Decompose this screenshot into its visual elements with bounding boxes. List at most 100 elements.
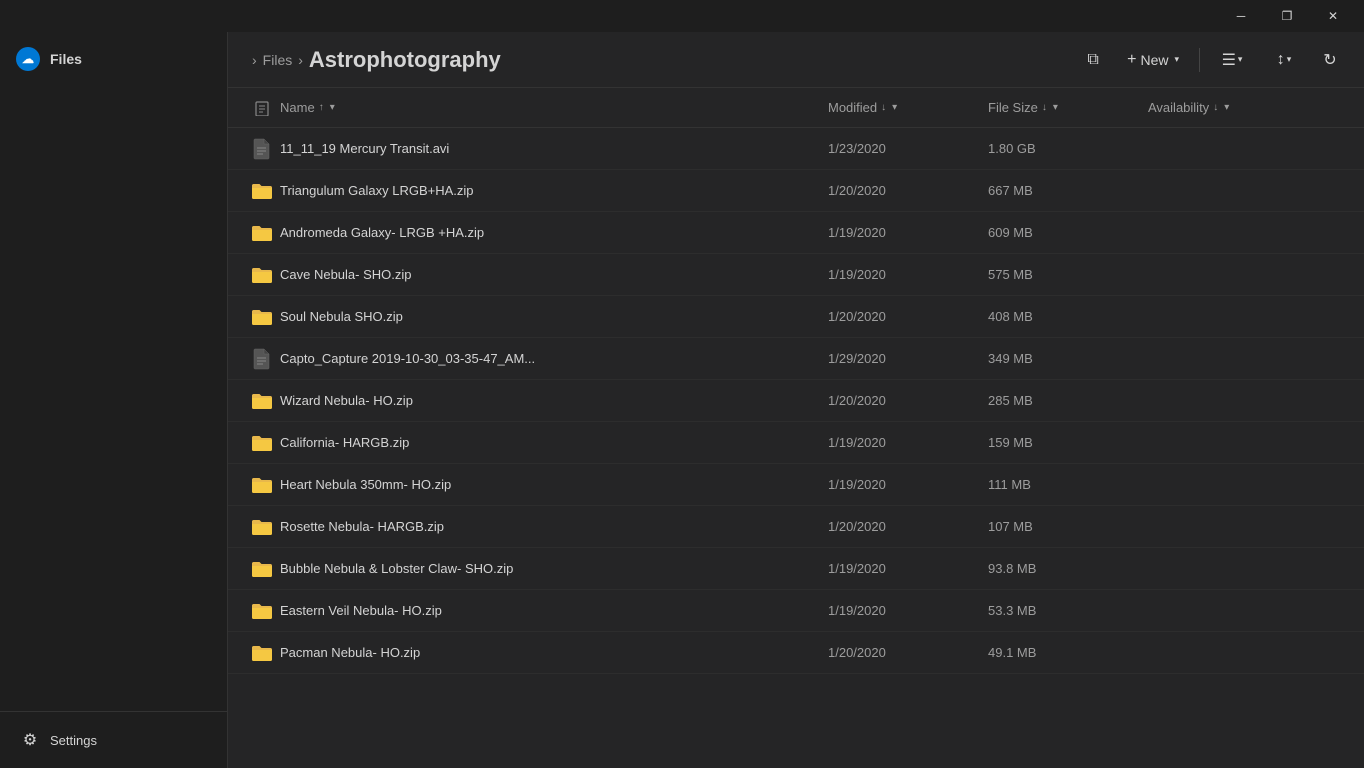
file-modified: 1/20/2020 [828, 393, 988, 408]
col-name-header[interactable]: Name ↑ ▾ [280, 100, 828, 115]
file-size: 107 MB [988, 519, 1148, 534]
minimize-button[interactable]: ─ [1218, 0, 1264, 32]
sort-dropdown: ▾ [1287, 54, 1292, 65]
col-modified-label: Modified [828, 100, 877, 115]
table-row[interactable]: California- HARGB.zip1/19/2020159 MB [228, 422, 1364, 464]
new-button[interactable]: + New ▾ [1115, 42, 1191, 78]
folder-icon [251, 308, 273, 326]
view-icon: ☰ [1222, 50, 1236, 70]
file-name: Wizard Nebula- HO.zip [280, 393, 828, 408]
view-button[interactable]: ☰ ▾ [1208, 42, 1256, 78]
file-name: Andromeda Galaxy- LRGB +HA.zip [280, 225, 828, 240]
file-modified: 1/19/2020 [828, 603, 988, 618]
table-row[interactable]: Heart Nebula 350mm- HO.zip1/19/2020111 M… [228, 464, 1364, 506]
file-size: 111 MB [988, 477, 1148, 492]
table-row[interactable]: Andromeda Galaxy- LRGB +HA.zip1/19/20206… [228, 212, 1364, 254]
folder-icon [251, 266, 273, 284]
file-icon [244, 644, 280, 662]
copy-icon: ⧉ [1087, 51, 1098, 69]
file-modified: 1/19/2020 [828, 561, 988, 576]
file-modified: 1/20/2020 [828, 519, 988, 534]
close-button[interactable]: ✕ [1310, 0, 1356, 32]
settings-icon: ⚙ [20, 730, 40, 750]
maximize-button[interactable]: ❐ [1264, 0, 1310, 32]
table-row[interactable]: Triangulum Galaxy LRGB+HA.zip1/20/202066… [228, 170, 1364, 212]
file-modified: 1/20/2020 [828, 309, 988, 324]
file-size: 159 MB [988, 435, 1148, 450]
app-layout: ☁ Files ⚙ Settings › Files › Astrophotog… [0, 32, 1364, 768]
table-row[interactable]: Wizard Nebula- HO.zip1/20/2020285 MB [228, 380, 1364, 422]
file-name: Soul Nebula SHO.zip [280, 309, 828, 324]
modified-col-dropdown: ▾ [892, 102, 897, 113]
size-col-dropdown: ▾ [1053, 102, 1058, 113]
document-icon [253, 348, 271, 370]
column-headers: Name ↑ ▾ Modified ↓ ▾ File Size ↓ ▾ Avai… [228, 88, 1364, 128]
copy-button[interactable]: ⧉ [1075, 42, 1111, 78]
file-icon [244, 434, 280, 452]
sort-icon: ↕ [1277, 51, 1285, 69]
sidebar-spacer [0, 86, 227, 711]
file-modified: 1/23/2020 [828, 141, 988, 156]
file-size: 49.1 MB [988, 645, 1148, 660]
table-row[interactable]: Cave Nebula- SHO.zip1/19/2020575 MB [228, 254, 1364, 296]
table-row[interactable]: Capto_Capture 2019-10-30_03-35-47_AM...1… [228, 338, 1364, 380]
file-size: 609 MB [988, 225, 1148, 240]
folder-icon [251, 434, 273, 452]
new-dropdown-icon: ▾ [1174, 54, 1179, 65]
file-name: Pacman Nebula- HO.zip [280, 645, 828, 660]
col-modified-header[interactable]: Modified ↓ ▾ [828, 100, 988, 115]
col-availability-label: Availability [1148, 100, 1209, 115]
breadcrumb: › Files › Astrophotography [252, 47, 1075, 73]
col-availability-header[interactable]: Availability ↓ ▾ [1148, 100, 1348, 115]
add-icon: + [1127, 51, 1136, 69]
toolbar: › Files › Astrophotography ⧉ + New ▾ ☰ ▾ [228, 32, 1364, 88]
new-label: New [1140, 52, 1168, 68]
window-controls: ─ ❐ ✕ [1218, 0, 1356, 32]
folder-icon [251, 182, 273, 200]
file-list: 11_11_19 Mercury Transit.avi1/23/20201.8… [228, 128, 1364, 768]
file-icon [244, 560, 280, 578]
file-modified: 1/19/2020 [828, 477, 988, 492]
file-modified: 1/19/2020 [828, 225, 988, 240]
file-size: 667 MB [988, 183, 1148, 198]
breadcrumb-chevron-left: › [252, 52, 257, 68]
file-modified: 1/29/2020 [828, 351, 988, 366]
file-size: 285 MB [988, 393, 1148, 408]
file-icon [244, 476, 280, 494]
file-icon [244, 518, 280, 536]
table-row[interactable]: Soul Nebula SHO.zip1/20/2020408 MB [228, 296, 1364, 338]
sidebar: ☁ Files ⚙ Settings [0, 32, 228, 768]
file-name: Triangulum Galaxy LRGB+HA.zip [280, 183, 828, 198]
file-icon [244, 308, 280, 326]
file-modified: 1/19/2020 [828, 435, 988, 450]
file-icon [244, 182, 280, 200]
table-row[interactable]: Rosette Nebula- HARGB.zip1/20/2020107 MB [228, 506, 1364, 548]
file-name: Eastern Veil Nebula- HO.zip [280, 603, 828, 618]
breadcrumb-root[interactable]: Files [263, 52, 293, 68]
col-select-all[interactable] [244, 100, 280, 116]
logo-icon: ☁ [22, 52, 34, 66]
file-name: Rosette Nebula- HARGB.zip [280, 519, 828, 534]
file-size: 349 MB [988, 351, 1148, 366]
sidebar-item-settings[interactable]: ⚙ Settings [8, 720, 219, 760]
col-size-header[interactable]: File Size ↓ ▾ [988, 100, 1148, 115]
availability-col-dropdown: ▾ [1224, 102, 1229, 113]
view-dropdown: ▾ [1238, 54, 1243, 65]
file-icon-header [254, 100, 270, 116]
sort-button[interactable]: ↕ ▾ [1260, 42, 1308, 78]
file-size: 93.8 MB [988, 561, 1148, 576]
table-row[interactable]: Eastern Veil Nebula- HO.zip1/19/202053.3… [228, 590, 1364, 632]
refresh-button[interactable]: ↻ [1312, 42, 1348, 78]
file-modified: 1/20/2020 [828, 645, 988, 660]
file-icon [244, 392, 280, 410]
size-sort-icon: ↓ [1042, 102, 1047, 113]
table-row[interactable]: Bubble Nebula & Lobster Claw- SHO.zip1/1… [228, 548, 1364, 590]
file-size: 575 MB [988, 267, 1148, 282]
col-size-label: File Size [988, 100, 1038, 115]
table-row[interactable]: 11_11_19 Mercury Transit.avi1/23/20201.8… [228, 128, 1364, 170]
file-name: 11_11_19 Mercury Transit.avi [280, 141, 828, 156]
file-icon [244, 224, 280, 242]
name-col-dropdown: ▾ [330, 102, 335, 113]
toolbar-divider [1199, 48, 1200, 72]
table-row[interactable]: Pacman Nebula- HO.zip1/20/202049.1 MB [228, 632, 1364, 674]
